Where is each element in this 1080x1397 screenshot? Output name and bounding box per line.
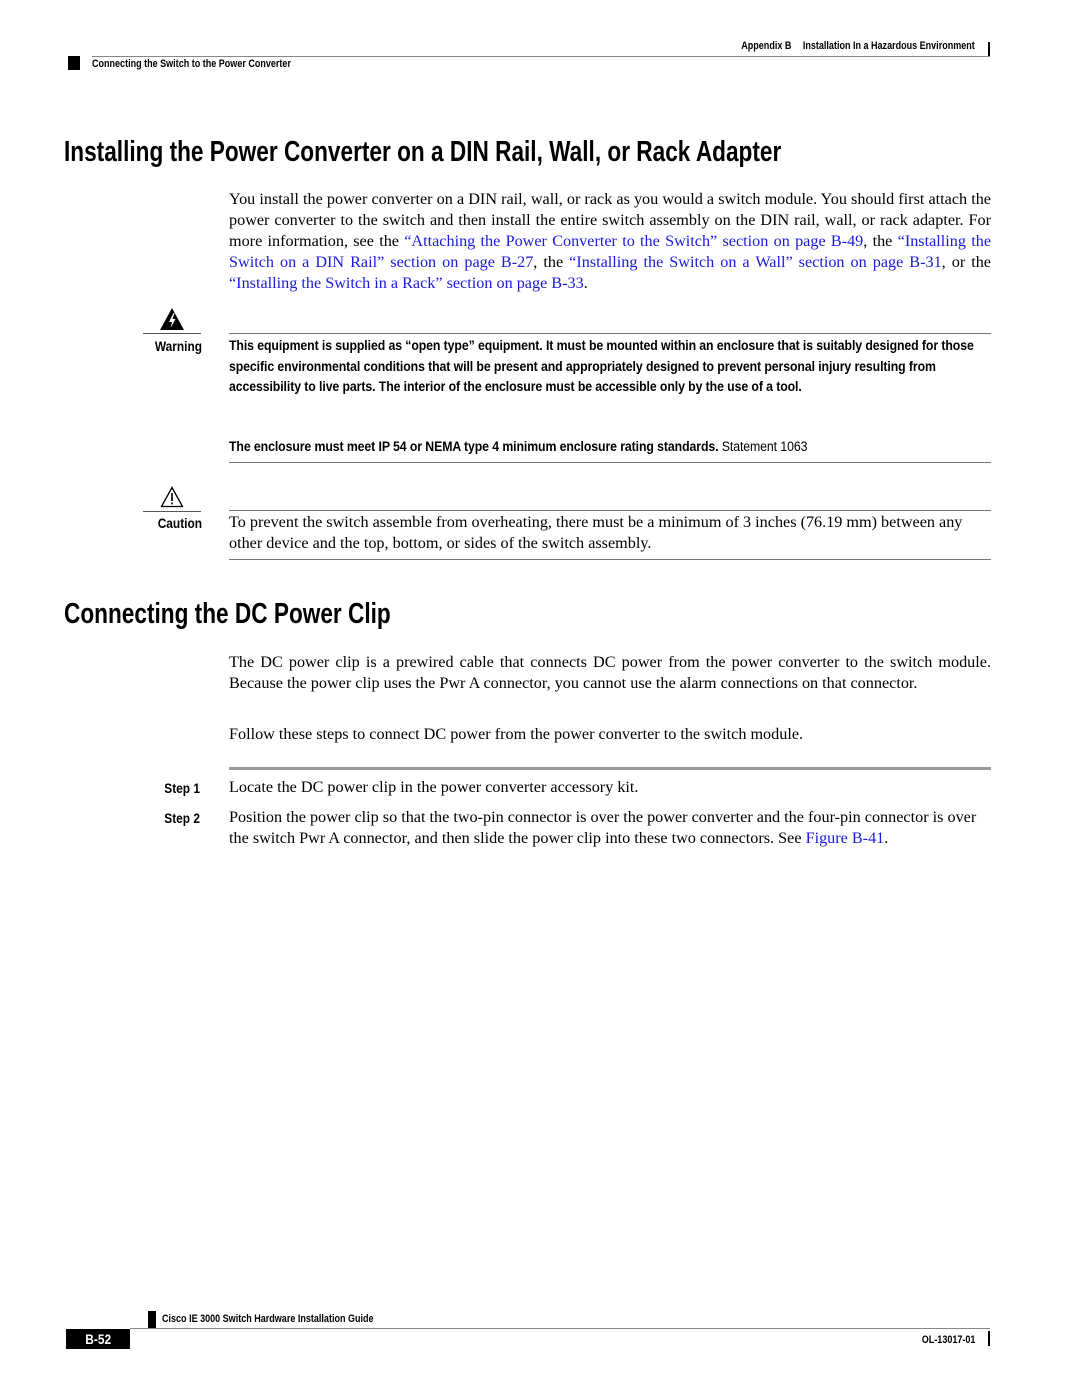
link-figure-b41[interactable]: Figure B-41: [806, 829, 885, 847]
link-attaching-converter[interactable]: “Attaching the Power Converter to the Sw…: [404, 232, 863, 250]
footer-guide-title: Cisco IE 3000 Switch Hardware Installati…: [162, 1313, 374, 1325]
statement-number: Statement 1063: [718, 439, 808, 455]
intro-text: , the: [533, 253, 570, 271]
step-2-text: Position the power clip so that the two-…: [229, 808, 977, 847]
warning-text: This equipment is supplied as “open type…: [229, 338, 974, 395]
caution-text: To prevent the switch assemble from over…: [229, 513, 963, 552]
dc-clip-paragraph: The DC power clip is a prewired cable th…: [229, 653, 991, 692]
header-divider: [92, 56, 990, 57]
warning-icon-block: [143, 305, 201, 334]
header-marker: [68, 56, 80, 70]
step-2-label: Step 2: [164, 810, 200, 826]
caution-label: Caution: [157, 515, 202, 531]
section-title-install-converter: Installing the Power Converter on a DIN …: [64, 136, 782, 168]
caution-icon-block: [143, 483, 201, 512]
warning-top-rule: [229, 333, 991, 334]
section-title-dc-power-clip: Connecting the DC Power Clip: [64, 598, 391, 630]
chapter-title: Installation In a Hazardous Environment: [803, 40, 975, 52]
header-bar: [988, 42, 990, 56]
intro-text: , the: [863, 232, 898, 250]
warning-shock-icon: [160, 308, 184, 330]
appendix-label: Appendix B: [741, 40, 792, 52]
intro-text: , or the: [941, 253, 991, 271]
footer-divider: [130, 1328, 990, 1329]
caution-top-rule: [229, 510, 991, 511]
link-rack[interactable]: “Installing the Switch in a Rack” sectio…: [229, 274, 584, 292]
warning-statement: The enclosure must meet IP 54 or NEMA ty…: [229, 437, 991, 458]
page-number-badge: B-52: [66, 1329, 130, 1349]
running-header-chapter: Appendix B Installation In a Hazardous En…: [741, 40, 975, 52]
step-1-label: Step 1: [164, 780, 200, 796]
step-1-text: Locate the DC power clip in the power co…: [229, 778, 639, 796]
steps-top-rule: [229, 767, 991, 770]
link-wall[interactable]: “Installing the Switch on a Wall” sectio…: [569, 253, 942, 271]
caution-bottom-rule: [229, 559, 991, 560]
footer-marker: [148, 1311, 156, 1329]
intro-paragraph: You install the power converter on a DIN…: [229, 189, 991, 294]
warning-label: Warning: [154, 338, 202, 354]
warning-bottom-rule: [229, 462, 991, 463]
caution-icon: [160, 486, 184, 508]
running-header-section: Connecting the Switch to the Power Conve…: [92, 58, 291, 70]
intro-text: .: [583, 274, 588, 292]
footer-bar: [988, 1331, 990, 1346]
steps-intro-paragraph: Follow these steps to connect DC power f…: [229, 725, 804, 743]
document-number: OL-13017-01: [921, 1334, 975, 1346]
warning-enclosure-text: The enclosure must meet IP 54 or NEMA ty…: [229, 439, 719, 455]
